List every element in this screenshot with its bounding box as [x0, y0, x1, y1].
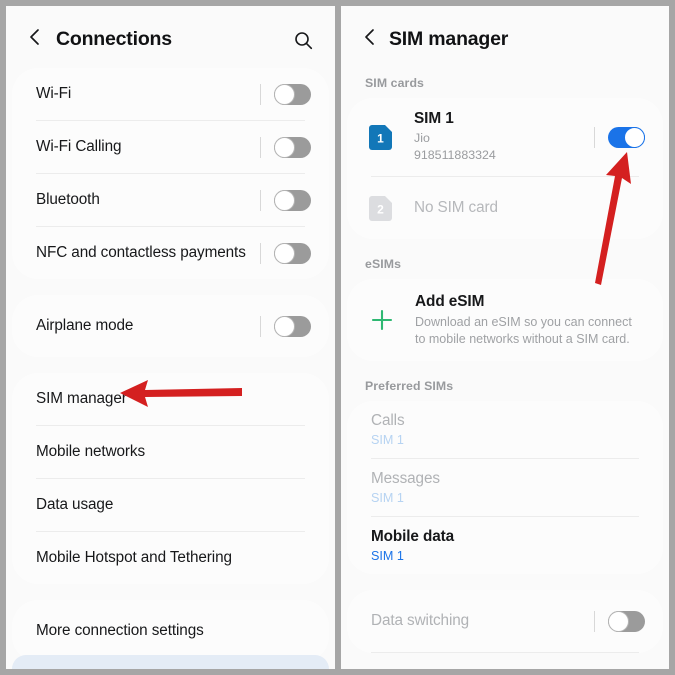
row-label: Bluetooth — [36, 191, 100, 208]
sim-slot-2[interactable]: 2 No SIM card — [347, 177, 663, 239]
sim-slot-1[interactable]: 1 SIM 1 Jio 918511883324 — [347, 98, 663, 176]
toggle-separator — [260, 315, 261, 337]
row-more-connection-settings[interactable]: More connection settings — [12, 600, 329, 662]
sim-slot-2-title: No SIM card — [414, 199, 498, 216]
add-esim-row[interactable]: Add eSIM Download an eSIM so you can con… — [347, 279, 663, 361]
plus-icon — [369, 307, 395, 333]
row-mobile-networks[interactable]: Mobile networks — [12, 426, 329, 478]
toggle-separator — [594, 610, 595, 632]
connections-group-more: More connection settings — [12, 600, 329, 662]
connections-group-toggles: Wi-Fi Wi-Fi Calling Bluetooth NFC and co… — [12, 68, 329, 279]
preferred-row-messages[interactable]: Messages SIM 1 — [347, 459, 663, 516]
row-label: Data switching — [371, 612, 470, 630]
data-switching-card: Data switching — [347, 590, 663, 654]
sim-2-badge-icon: 2 — [369, 195, 392, 221]
sim-slot-1-title: SIM 1 — [414, 110, 454, 128]
row-label: Airplane mode — [36, 317, 134, 334]
row-data-switching[interactable]: Data switching — [347, 590, 663, 652]
add-esim-texts: Add eSIM Download an eSIM so you can con… — [415, 293, 643, 347]
sim-slot-1-texts: SIM 1 Jio 918511883324 — [414, 110, 594, 163]
svg-text:2: 2 — [377, 202, 384, 216]
page-title: SIM manager — [389, 28, 509, 50]
row-label: SIM manager — [36, 390, 127, 407]
preferred-row-label: Messages — [371, 470, 440, 488]
row-wifi[interactable]: Wi-Fi — [12, 68, 329, 120]
divider — [371, 652, 639, 654]
nfc-toggle[interactable] — [260, 242, 311, 264]
toggle-separator — [260, 136, 261, 158]
add-esim-description: Download an eSIM so you can connect to m… — [415, 315, 632, 346]
sim-manager-screen: SIM manager SIM cards 1 SIM 1 Jio 918511… — [341, 6, 669, 669]
section-label-esims: eSIMs — [365, 257, 402, 271]
connections-group-network: SIM manager Mobile networks Data usage M… — [12, 373, 329, 584]
esims-card: Add eSIM Download an eSIM so you can con… — [347, 279, 663, 362]
toggle-separator — [594, 126, 595, 148]
row-label: More connection settings — [36, 622, 204, 639]
row-wifi-calling[interactable]: Wi-Fi Calling — [12, 121, 329, 173]
svg-text:1: 1 — [377, 131, 384, 145]
search-icon[interactable] — [294, 31, 313, 50]
row-sim-manager[interactable]: SIM manager — [12, 373, 329, 425]
sim-slot-1-toggle[interactable] — [594, 126, 645, 148]
chevron-left-icon[interactable] — [26, 28, 44, 46]
preferred-row-label: Calls — [371, 412, 405, 430]
add-esim-title: Add eSIM — [415, 293, 485, 310]
preferred-row-mobile-data[interactable]: Mobile data SIM 1 — [347, 517, 663, 574]
row-mobile-hotspot-and-tethering[interactable]: Mobile Hotspot and Tethering — [12, 532, 329, 584]
row-label: Data usage — [36, 496, 114, 513]
page-title: Connections — [56, 28, 172, 50]
chevron-left-icon[interactable] — [361, 28, 379, 46]
row-label: Wi-Fi — [36, 85, 72, 102]
sim-cards-card: 1 SIM 1 Jio 918511883324 2 No SIM card — [347, 98, 663, 239]
section-label-preferred-sims: Preferred SIMs — [365, 379, 454, 394]
preferred-sims-card: Calls SIM 1 Messages SIM 1 Mobile data S… — [347, 401, 663, 575]
toggle-separator — [260, 189, 261, 211]
preferred-row-calls[interactable]: Calls SIM 1 — [347, 401, 663, 458]
row-label: Mobile networks — [36, 443, 146, 460]
preferred-row-value: SIM 1 — [371, 433, 404, 448]
connections-header: Connections — [6, 6, 335, 68]
bottom-highlight-sliver — [12, 655, 329, 669]
sim-slot-1-number: 918511883324 — [414, 148, 496, 162]
connections-screen: Connections Wi-Fi Wi-Fi Calling Bluetoot… — [6, 6, 335, 669]
airplane-mode-toggle[interactable] — [260, 315, 311, 337]
preferred-row-value: SIM 1 — [371, 549, 404, 564]
preferred-row-label: Mobile data — [371, 528, 455, 546]
section-label-sim-cards: SIM cards — [365, 76, 424, 90]
sim-manager-header: SIM manager — [341, 6, 669, 68]
row-label: Wi-Fi Calling — [36, 138, 122, 155]
row-nfc[interactable]: NFC and contactless payments — [12, 227, 329, 279]
wifi-calling-toggle[interactable] — [260, 136, 311, 158]
data-switching-toggle[interactable] — [594, 610, 645, 632]
connections-group-airplane: Airplane mode — [12, 295, 329, 357]
sim-slot-1-carrier: Jio — [414, 131, 430, 146]
screenshot-root: Connections Wi-Fi Wi-Fi Calling Bluetoot… — [0, 0, 675, 675]
preferred-row-value: SIM 1 — [371, 491, 404, 506]
row-label: NFC and contactless payments — [36, 244, 246, 261]
row-airplane-mode[interactable]: Airplane mode — [12, 295, 329, 357]
row-data-usage[interactable]: Data usage — [12, 479, 329, 531]
row-label: Mobile Hotspot and Tethering — [36, 549, 232, 566]
toggle-separator — [260, 242, 261, 264]
toggle-separator — [260, 83, 261, 105]
sim-1-badge-icon: 1 — [369, 124, 392, 150]
row-bluetooth[interactable]: Bluetooth — [12, 174, 329, 226]
wifi-toggle[interactable] — [260, 83, 311, 105]
bluetooth-toggle[interactable] — [260, 189, 311, 211]
